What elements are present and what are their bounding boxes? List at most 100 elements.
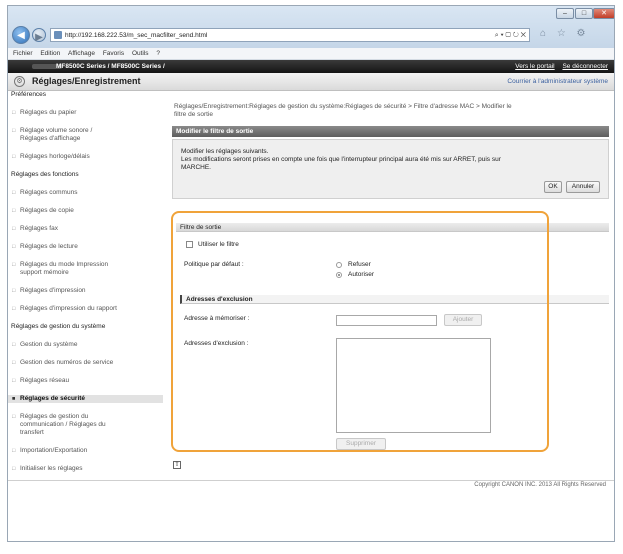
sidebar-item-label: Réglages réseau bbox=[20, 377, 70, 384]
message-box: Modifier les réglages suivants. Les modi… bbox=[172, 139, 609, 199]
page-top-icon[interactable]: ⇧ bbox=[173, 461, 181, 469]
settings-gear-icon: ⚙ bbox=[14, 76, 25, 87]
menu-fichier[interactable]: Fichier bbox=[13, 50, 33, 57]
back-arrow-icon[interactable]: ◀ bbox=[12, 26, 30, 44]
sidebar-item[interactable]: Réglages d'impression bbox=[8, 287, 163, 295]
page-title: Réglages/Enregistrement bbox=[32, 76, 141, 86]
sidebar-item[interactable]: Réglages de lecture bbox=[8, 243, 163, 251]
sidebar-item-label: Réglages de gestion du système bbox=[11, 323, 106, 330]
sidebar-item[interactable]: Réglages horloge/délais bbox=[8, 153, 163, 161]
sidebar-item-label: Réglages d'affichage bbox=[20, 135, 81, 142]
device-name: MF8500C Series / MF8500C Series / bbox=[56, 63, 165, 70]
sidebar-item-label: Réglages du papier bbox=[20, 109, 77, 116]
sidebar-item-label: Réglages horloge/délais bbox=[20, 153, 90, 160]
sidebar-item[interactable]: Gestion des numéros de service bbox=[8, 359, 163, 367]
breadcrumb: Réglages/Enregistrement:Réglages de gest… bbox=[174, 103, 606, 119]
sidebar-item-label: Réglages de lecture bbox=[20, 243, 78, 250]
sidebar-item-label: Réglages d'impression du rapport bbox=[20, 305, 117, 312]
address-to-store-label: Adresse à mémoriser : bbox=[184, 315, 250, 322]
sidebar-item[interactable]: Réglages du papier bbox=[8, 109, 163, 117]
menu-outils[interactable]: Outils bbox=[132, 50, 149, 57]
address-url: http://192.168.222.53/m_sec_macfilter_se… bbox=[65, 32, 208, 39]
logout-link[interactable]: Se déconnecter bbox=[562, 63, 608, 70]
delete-button[interactable]: Supprimer bbox=[336, 438, 386, 450]
sidebar-category: Réglages des fonctions bbox=[8, 171, 166, 179]
sidebar-item-label: Réglages fax bbox=[20, 225, 58, 232]
sidebar-item-label: Gestion du système bbox=[20, 341, 78, 348]
sidebar-item-label: communication / Réglages du bbox=[20, 421, 106, 428]
sidebar-item[interactable]: Réglages d'impression du rapport bbox=[8, 305, 163, 313]
browser-window: – □ ✕ ◀ ▶ http://192.168.222.53/m_sec_ma… bbox=[7, 5, 615, 542]
breadcrumb-line-1: Réglages/Enregistrement:Réglages de gest… bbox=[174, 103, 512, 110]
sidebar-item-label: Gestion des numéros de service bbox=[20, 359, 114, 366]
sidebar-item[interactable]: Réglages fax bbox=[8, 225, 163, 233]
sidebar-item[interactable]: Importation/Exportation bbox=[8, 447, 163, 455]
policy-refuse-label: Refuser bbox=[348, 261, 371, 268]
sidebar-item-label: Réglage volume sonore / bbox=[20, 127, 93, 134]
sidebar-item-label: transfert bbox=[20, 429, 44, 436]
message-line-3: MARCHE. bbox=[181, 164, 211, 171]
menu-bar: Fichier Edition Affichage Favoris Outils… bbox=[8, 48, 614, 60]
page-header: ⚙ Réglages/Enregistrement Courrier à l'a… bbox=[8, 73, 614, 91]
panel-title: Modifier le filtre de sortie bbox=[172, 126, 609, 137]
use-filter-checkbox[interactable] bbox=[186, 241, 193, 248]
footer-divider bbox=[8, 480, 614, 481]
sidebar-item[interactable]: Réglages communs bbox=[8, 189, 163, 197]
policy-allow-radio[interactable] bbox=[336, 272, 342, 278]
forward-arrow-icon[interactable]: ▶ bbox=[32, 28, 46, 43]
copyright-text: Copyright CANON INC. 2013 All Rights Res… bbox=[474, 482, 606, 488]
sidebar-category: Préférences bbox=[8, 91, 166, 99]
output-filter-header: Filtre de sortie bbox=[176, 223, 609, 232]
sidebar-item[interactable]: Gestion du système bbox=[8, 341, 163, 349]
menu-affichage[interactable]: Affichage bbox=[68, 50, 95, 57]
sidebar-item-label: Réglages de copie bbox=[20, 207, 74, 214]
sidebar-item-label: Réglages de gestion du bbox=[20, 413, 89, 420]
sidebar: Préférences Réglages du papier Réglage vol… bbox=[8, 91, 166, 473]
menu-favoris[interactable]: Favoris bbox=[103, 50, 124, 57]
default-policy-label: Politique par défaut : bbox=[184, 261, 244, 268]
admin-mail-link[interactable]: Courrier à l'administrateur système bbox=[507, 78, 608, 85]
sidebar-item[interactable]: Réglages réseau bbox=[8, 377, 163, 385]
sidebar-item-label: Réglages de sécurité bbox=[20, 395, 86, 402]
cancel-button[interactable]: Annuler bbox=[566, 181, 600, 193]
sidebar-item-label: Réglages du mode Impression bbox=[20, 261, 109, 268]
menu-edition[interactable]: Edition bbox=[40, 50, 60, 57]
browser-toolbar-icons[interactable]: ⌂ ☆ ⚙ bbox=[540, 28, 590, 39]
address-bar[interactable]: http://192.168.222.53/m_sec_macfilter_se… bbox=[50, 28, 530, 42]
exception-addresses-label: Adresses d'exclusion : bbox=[184, 340, 249, 347]
sidebar-item-label: Réglages d'impression bbox=[20, 287, 86, 294]
add-button[interactable]: Ajouter bbox=[444, 314, 482, 326]
sidebar-item-label: Réglages des fonctions bbox=[11, 171, 79, 178]
policy-refuse-radio[interactable] bbox=[336, 262, 342, 268]
sidebar-item[interactable]: Réglages de gestion ducommunication / Ré… bbox=[8, 413, 163, 437]
message-line-1: Modifier les réglages suivants. bbox=[181, 148, 269, 155]
sidebar-item[interactable]: Réglages de copie bbox=[8, 207, 163, 215]
exceptions-header: Adresses d'exclusion bbox=[180, 295, 609, 304]
close-window-button[interactable]: ✕ bbox=[593, 8, 614, 19]
sidebar-item[interactable]: Réglage volume sonore /Réglages d'affich… bbox=[8, 127, 163, 143]
sidebar-item-label: Initialiser les réglages bbox=[20, 465, 83, 472]
policy-allow-label: Autoriser bbox=[348, 271, 375, 278]
title-bar: – □ ✕ ◀ ▶ http://192.168.222.53/m_sec_ma… bbox=[8, 6, 614, 48]
sidebar-item-label: Réglages communs bbox=[20, 189, 78, 196]
sidebar-item[interactable]: Réglages du mode Impressionsupport mémoi… bbox=[8, 261, 163, 277]
maximize-button[interactable]: □ bbox=[575, 8, 593, 19]
site-favicon-icon bbox=[54, 31, 62, 39]
sidebar-item-label: support mémoire bbox=[20, 269, 69, 276]
breadcrumb-line-2: filtre de sortie bbox=[174, 111, 214, 118]
sidebar-category: Réglages de gestion du système bbox=[8, 323, 166, 331]
sidebar-item-label: Préférences bbox=[11, 91, 47, 98]
ok-button[interactable]: OK bbox=[544, 181, 562, 193]
address-tools-icons[interactable]: ⌕ ▾ ▢ ↻ ✕ bbox=[495, 29, 526, 42]
device-bar: MF8500C Series / MF8500C Series / Vers l… bbox=[8, 60, 614, 73]
portal-link[interactable]: Vers le portail bbox=[515, 63, 554, 70]
use-filter-label: Utiliser le filtre bbox=[198, 241, 239, 248]
minimize-button[interactable]: – bbox=[556, 8, 574, 19]
sidebar-item[interactable]: Initialiser les réglages bbox=[8, 465, 163, 473]
sidebar-item[interactable]: Réglages de sécurité bbox=[8, 395, 163, 403]
sidebar-item-label: Importation/Exportation bbox=[20, 447, 88, 454]
exception-addresses-list[interactable] bbox=[336, 338, 491, 433]
address-to-store-input[interactable] bbox=[336, 315, 437, 326]
menu-help[interactable]: ? bbox=[156, 50, 160, 57]
message-line-2: Les modifications seront prises en compt… bbox=[181, 156, 501, 163]
